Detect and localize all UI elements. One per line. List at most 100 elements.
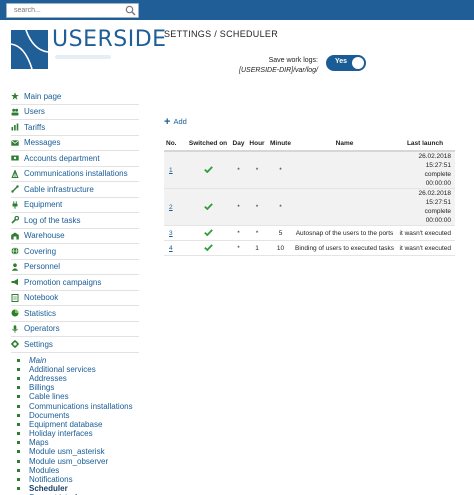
col-minute: Minute — [267, 137, 294, 152]
top-bar — [0, 0, 474, 20]
minute-cell: * — [267, 151, 294, 189]
sidebar-item-personnel[interactable]: Personnel — [11, 260, 139, 275]
day-cell: * — [230, 240, 247, 256]
bullet-icon — [17, 367, 20, 371]
save-logs-toggle[interactable]: Yes — [326, 55, 366, 71]
globe-icon — [11, 247, 19, 256]
logo[interactable]: USERSIDE — [11, 27, 166, 70]
logo-subtitle-bar — [55, 55, 111, 59]
minute-cell: 5 — [267, 225, 294, 241]
settings-subitem-addresses[interactable]: Addresses — [11, 374, 139, 383]
save-logs-label: Save work logs: — [268, 57, 318, 64]
bullet-icon — [17, 386, 20, 390]
settings-subitem-module-usm-asterisk[interactable]: Module usm_asterisk — [11, 447, 139, 456]
hour-cell: * — [247, 188, 267, 226]
search-icon[interactable] — [125, 5, 136, 16]
add-label: Add — [173, 117, 187, 126]
sidebar-item-log-of-the-tasks[interactable]: Log of the tasks — [11, 213, 139, 229]
settings-subitem-main[interactable]: Main — [11, 356, 139, 365]
settings-subitem-maps[interactable]: Maps — [11, 438, 139, 447]
minute-cell: 10 — [267, 240, 294, 256]
settings-subitem-label: Billings — [29, 383, 55, 393]
toggle-knob — [352, 57, 364, 69]
sidebar-item-promotion-campaigns[interactable]: Promotion campaigns — [11, 275, 139, 291]
settings-subitem-label: Maps — [29, 438, 49, 448]
hour-cell: 1 — [247, 240, 267, 256]
last-launch-line: 00:00:00 — [425, 217, 451, 224]
sidebar-item-label: Messages — [24, 138, 61, 148]
sidebar-item-operators[interactable]: Operators — [11, 322, 139, 337]
megaphone-icon — [11, 279, 18, 286]
sidebar-item-accounts-department[interactable]: Accounts department — [11, 151, 139, 167]
sidebar-item-messages[interactable]: Messages — [11, 136, 139, 151]
bullet-icon — [17, 376, 20, 380]
sidebar-item-equipment[interactable]: Equipment — [11, 198, 139, 213]
scheduler-table: No. Switched on Day Hour Minute Name Las… — [164, 137, 455, 256]
settings-subitem-module-usm-observer[interactable]: Module usm_observer — [11, 457, 139, 466]
sidebar-item-label: Equipment — [24, 200, 63, 210]
settings-subitem-label: Equipment database — [29, 419, 103, 429]
settings-subitem-label: Communications installations — [29, 401, 133, 411]
sidebar-item-communications-installations[interactable]: Communications installations — [11, 167, 139, 182]
job-number-link[interactable]: 2 — [169, 204, 173, 211]
settings-subitem-scheduler[interactable]: Scheduler — [11, 484, 139, 493]
job-number-link[interactable]: 3 — [169, 230, 173, 237]
last-launch-line: 26.02.2018 15:27:51 — [418, 153, 451, 169]
check-icon[interactable] — [203, 165, 213, 173]
settings-subitem-communications-installations[interactable]: Communications installations — [11, 401, 139, 411]
sidebar-item-label: Personnel — [24, 262, 61, 272]
sidebar-item-covering[interactable]: Covering — [11, 244, 139, 260]
sidebar-item-label: Log of the tasks — [24, 215, 81, 225]
check-icon[interactable] — [203, 243, 213, 251]
settings-subitem-label: Module usm_asterisk — [29, 447, 105, 457]
sidebar-item-notebook[interactable]: Notebook — [11, 291, 139, 306]
job-number-link[interactable]: 4 — [169, 245, 173, 252]
col-no: No. — [164, 137, 186, 152]
settings-subitem-additional-services[interactable]: Additional services — [11, 365, 139, 374]
sidebar-item-label: Warehouse — [24, 231, 65, 241]
person-icon — [11, 263, 19, 271]
settings-subitem-label: Modules — [29, 465, 60, 475]
bullet-icon — [17, 395, 20, 399]
bullet-icon — [17, 459, 20, 463]
settings-subitem-holiday-interfaces[interactable]: Holiday interfaces — [11, 429, 139, 438]
col-name: Name — [294, 137, 395, 152]
last-launch-cell: 26.02.2018 15:27:51 complete 00:00:00 — [395, 151, 455, 189]
settings-subitem-modules[interactable]: Modules — [11, 466, 139, 475]
sidebar-item-label: Covering — [24, 246, 57, 256]
check-icon[interactable] — [203, 228, 213, 236]
sidebar-item-warehouse[interactable]: Warehouse — [11, 229, 139, 244]
search-input[interactable] — [7, 4, 122, 17]
sidebar-item-main-page[interactable]: Main page — [11, 89, 139, 105]
settings-subitem-label: Additional services — [29, 364, 96, 374]
settings-subitem-label: Addresses — [29, 373, 67, 383]
day-cell: * — [230, 151, 247, 189]
settings-submenu: Main Additional services Addresses Billings… — [11, 356, 139, 495]
settings-subitem-cable-lines[interactable]: Cable lines — [11, 392, 139, 401]
sidebar-item-settings[interactable]: Settings — [11, 337, 139, 353]
settings-subitem-notifications[interactable]: Notifications — [11, 475, 139, 484]
sidebar-item-label: Communications installations — [24, 169, 128, 179]
settings-subitem-equipment-database[interactable]: Equipment database — [11, 420, 139, 429]
settings-subitem-label: Main — [29, 355, 47, 365]
settings-subitem-documents[interactable]: Documents — [11, 411, 139, 420]
last-launch-line: 00:00:00 — [425, 180, 451, 187]
name-cell: Binding of users to executed tasks — [294, 240, 395, 256]
settings-subitem-billings[interactable]: Billings — [11, 383, 139, 392]
settings-subitem-label: Holiday interfaces — [29, 429, 93, 439]
last-launch-cell: it wasn't executed — [395, 240, 455, 256]
check-icon[interactable] — [203, 202, 213, 210]
day-cell: * — [230, 188, 247, 226]
add-task-button[interactable]: + Add — [164, 116, 187, 127]
sidebar: Main page Users Tariffs Messages Accounts de… — [11, 89, 139, 495]
sidebar-item-tariffs[interactable]: Tariffs — [11, 120, 139, 136]
microphone-icon — [12, 325, 18, 333]
sidebar-item-cable-infrastructure[interactable]: Cable infrastructure — [11, 182, 139, 198]
table-row: 3 * * 5 Autosnap of the users to the ports it… — [164, 225, 455, 241]
job-number-link[interactable]: 1 — [169, 167, 173, 174]
sidebar-item-statistics[interactable]: Statistics — [11, 306, 139, 322]
users-icon — [11, 108, 19, 116]
bullet-icon — [17, 441, 20, 445]
table-row: 2 * * * 26.02.2018 15:27:51 complete 00:00:00 — [164, 188, 455, 226]
sidebar-item-users[interactable]: Users — [11, 105, 139, 120]
